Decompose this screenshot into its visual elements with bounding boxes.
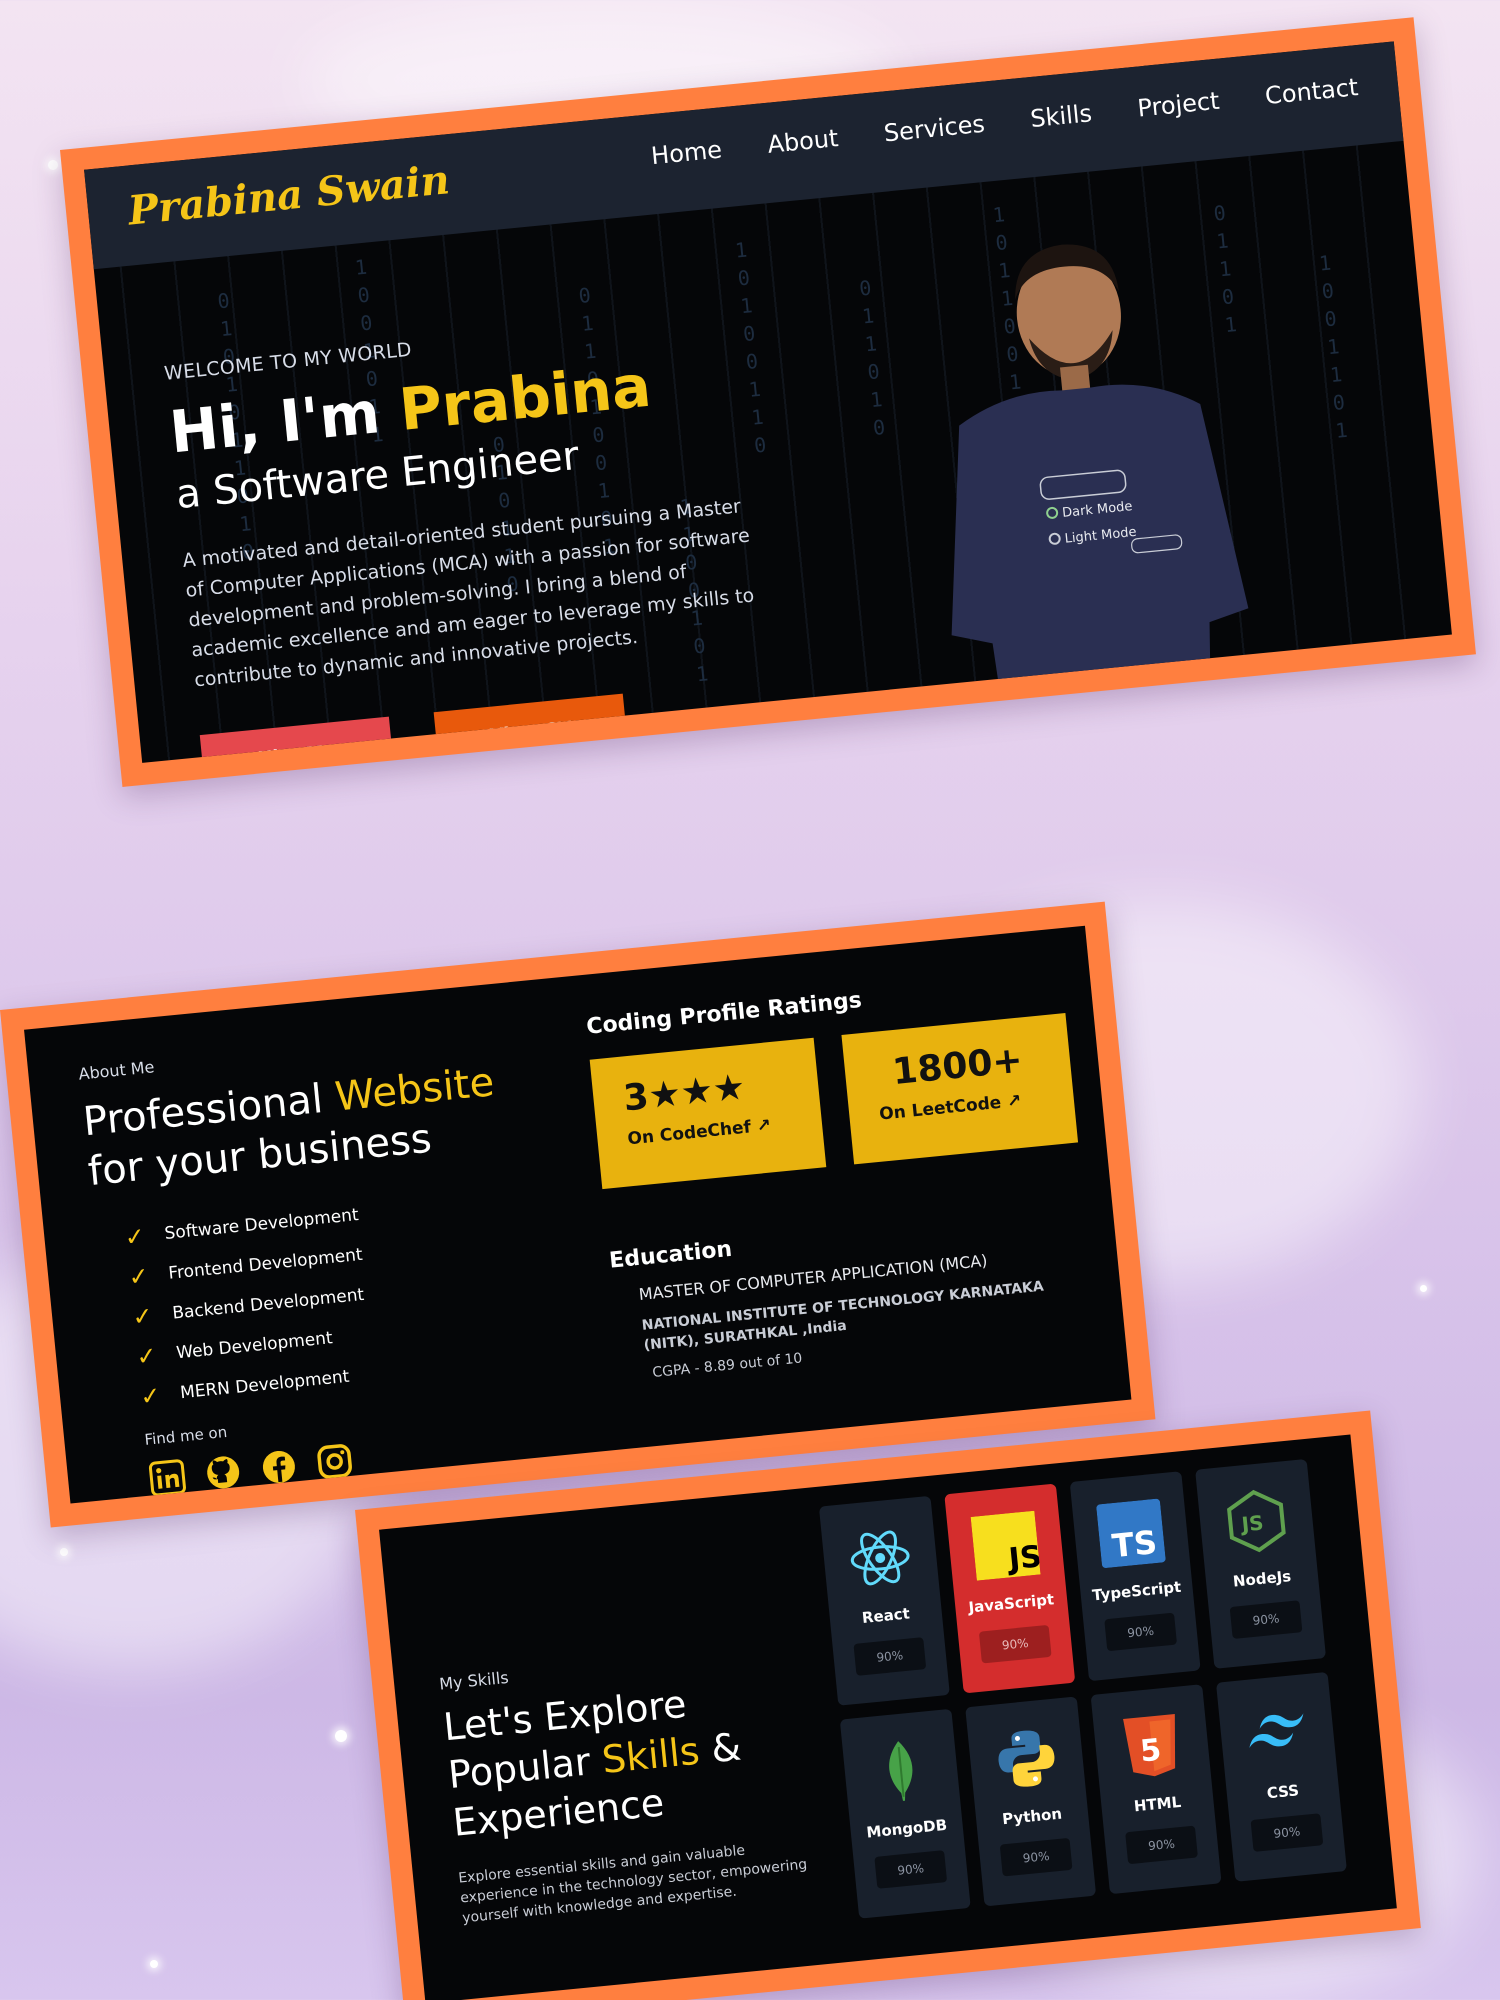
skills-card: My Skills Let's Explore Popular Skills &… [355,1410,1421,2000]
nav-about[interactable]: About [766,124,839,159]
linkedin-icon[interactable] [147,1457,189,1499]
leetcode-link[interactable]: On LeetCode ↗ [878,1089,1044,1125]
hero-section: 0101011010 1001011 0110100101 10100110 0… [84,41,1452,763]
nav-home[interactable]: Home [650,135,723,170]
skill-card-html[interactable]: 5 HTML 90% [1090,1684,1222,1895]
codechef-label: On CodeChef [626,1117,752,1150]
about-right: Coding Profile Ratings 3★★★ On CodeChef … [585,966,1119,1384]
service-label: Web Development [175,1328,334,1364]
svg-text:5: 5 [1139,1733,1163,1770]
skill-percent: 90% [1250,1813,1324,1852]
check-icon: ✓ [131,1301,155,1332]
profile-photo: Dark Mode Light Mode [951,244,1249,703]
about-title-highlight: Website [333,1059,497,1121]
hero-description: A motivated and detail-oriented student … [181,495,756,692]
check-icon: ✓ [139,1381,162,1412]
check-icon: ✓ [127,1261,151,1292]
facebook-icon[interactable] [258,1446,300,1488]
about-card: About Me Professional Website for your bu… [0,901,1156,1528]
about-section: About Me Professional Website for your bu… [24,925,1132,1504]
skill-card-css[interactable]: CSS 90% [1215,1671,1347,1882]
typescript-icon: TS [1093,1495,1169,1571]
skill-percent: 90% [853,1637,927,1676]
nodejs-icon: JS [1218,1483,1294,1559]
skills-title-highlight: Skills [599,1728,702,1782]
about-left: About Me Professional Website for your bu… [78,1018,599,1502]
hero-card: 0101011010 1001011 0110100101 10100110 0… [60,17,1476,787]
skill-percent: 90% [1229,1600,1303,1639]
leetcode-rating-card[interactable]: 1800+ On LeetCode ↗ [841,1013,1079,1165]
svg-text:TS: TS [1110,1523,1158,1565]
skill-name: NodeJs [1232,1567,1292,1591]
codechef-rating: 3★★★ [621,1066,747,1120]
skills-section: My Skills Let's Explore Popular Skills &… [379,1434,1397,2000]
skill-name: MongoDB [865,1815,948,1842]
ratings-row: 3★★★ On CodeChef ↗ 1800+ On LeetCode ↗ [589,1011,1100,1190]
tailwind-css-icon [1239,1696,1315,1772]
python-icon [988,1720,1064,1796]
external-link-icon: ↗ [1006,1090,1023,1113]
skill-name: HTML [1133,1792,1182,1816]
mongodb-icon [863,1733,939,1809]
skill-name: TypeScript [1091,1577,1182,1605]
nav-skills[interactable]: Skills [1029,99,1093,133]
nav-project[interactable]: Project [1136,87,1220,123]
leetcode-label: On LeetCode [878,1092,1003,1125]
hero-text: WELCOME TO MY WORLD Hi, I'm Prabina a So… [163,304,802,763]
skill-percent: 90% [1125,1825,1198,1865]
codechef-link[interactable]: On CodeChef ↗ [627,1113,793,1149]
site-logo[interactable]: Prabina Swain [126,156,452,234]
external-link-icon: ↗ [755,1115,772,1137]
skill-name: React [861,1604,911,1627]
skills-intro: My Skills Let's Explore Popular Skills &… [438,1638,841,1929]
skill-card-python[interactable]: Python 90% [965,1696,1097,1907]
skill-name: CSS [1266,1781,1300,1803]
svg-text:JS: JS [1005,1539,1040,1577]
skills-description: Explore essential skills and gain valuab… [457,1842,808,1927]
instagram-icon[interactable] [314,1441,356,1483]
html5-icon: 5 [1114,1708,1190,1784]
check-icon: ✓ [123,1222,147,1252]
skill-name: JavaScript [967,1590,1055,1617]
service-label: MERN Development [179,1366,351,1404]
nav-contact[interactable]: Contact [1264,73,1360,110]
skill-card-mongodb[interactable]: MongoDB 90% [839,1708,971,1919]
skill-name: Python [1001,1804,1063,1829]
check-icon: ✓ [135,1341,158,1372]
nav-services[interactable]: Services [883,110,986,148]
skill-card-javascript[interactable]: JS JavaScript 90% [944,1483,1076,1694]
skills-grid: React 90% JS JavaScript 90% TS TypeScrip… [818,1458,1347,1919]
svg-text:JS: JS [1238,1510,1264,1536]
skills-title: Let's Explore Popular Skills & Experienc… [441,1666,833,1846]
react-icon [842,1520,918,1596]
services-list: ✓ Software Development ✓ Frontend Developm… [123,1174,590,1417]
skill-card-typescript[interactable]: TS TypeScript 90% [1069,1471,1201,1682]
leetcode-rating: 1800+ [890,1039,1025,1094]
skill-percent: 90% [874,1850,948,1889]
skill-card-nodejs[interactable]: JS NodeJs 90% [1195,1458,1327,1669]
skill-percent: 90% [978,1624,1052,1664]
javascript-icon: JS [967,1507,1043,1583]
github-icon[interactable] [202,1452,244,1494]
skill-percent: 90% [999,1837,1073,1877]
codechef-rating-card[interactable]: 3★★★ On CodeChef ↗ [589,1037,827,1190]
hire-me-button[interactable]: Hire Me [199,716,395,763]
skill-card-react[interactable]: React 90% [818,1495,950,1706]
skill-percent: 90% [1104,1612,1178,1652]
